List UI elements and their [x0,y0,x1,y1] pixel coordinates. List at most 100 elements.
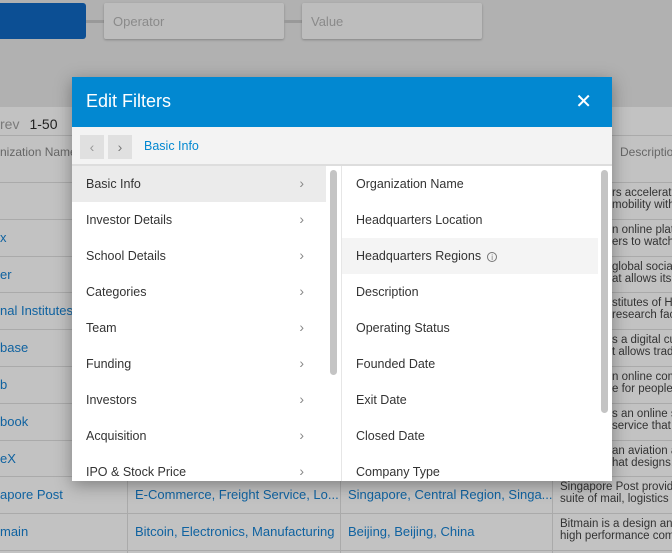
description-line: mobility with [612,199,672,211]
field-item[interactable]: Headquarters Regions i [342,238,598,274]
field-list: Organization Name Headquarters Location He… [341,166,598,481]
description-cell: Bitmain is a design and high performance … [560,518,672,542]
breadcrumb-bar: ‹ › Basic Info [72,127,612,166]
field-label: Description [356,285,419,299]
description-line: s a digital cu [612,334,672,347]
field-item[interactable]: Company Type [342,454,598,481]
field-label: Organization Name [356,177,464,191]
category-item[interactable]: Investor Details › [72,202,326,238]
info-icon[interactable]: i [487,252,498,262]
dialog-header: Edit Filters ✕ [72,77,612,127]
org-name-link[interactable]: b [0,377,7,392]
industries-link[interactable]: Bitcoin, Electronics, Manufacturing [135,524,334,539]
industries-link[interactable]: E-Commerce, Freight Service, Lo... [135,487,339,502]
category-item[interactable]: Funding › [72,346,326,382]
category-label: Investors [86,393,137,407]
operator-field[interactable]: Operator [104,3,284,39]
category-item[interactable]: Acquisition › [72,418,326,454]
chevron-right-icon: › [299,391,304,407]
close-icon[interactable]: ✕ [575,89,592,114]
field-label: Founded Date [356,357,436,371]
row-divider [0,550,672,551]
pager: rev 1-50 [0,116,57,132]
back-button[interactable]: ‹ [80,135,104,159]
category-item[interactable]: Investors › [72,382,326,418]
description-line: suite of mail, logistics a [560,493,672,506]
description-line: t allows trad [612,346,672,359]
hq-link[interactable]: Beijing, Beijing, China [348,524,474,539]
value-field[interactable]: Value [302,3,482,39]
connector [86,20,104,23]
prev-button[interactable]: rev [0,116,19,132]
chevron-right-icon: › [299,427,304,443]
category-label: Basic Info [86,177,141,191]
category-item[interactable]: Categories › [72,274,326,310]
category-item[interactable]: Basic Info › [72,166,326,202]
org-name-link[interactable]: eX [0,451,16,466]
description-cell: n online com e for people [612,371,672,395]
description-cell: s an online s service that [612,408,672,432]
chevron-right-icon: › [299,463,304,479]
field-item[interactable]: Headquarters Location [342,202,598,238]
description-cell: rs accelerat mobility with [612,187,672,211]
field-item[interactable]: Founded Date [342,346,598,382]
description-cell: global socia at allows its [612,261,672,285]
org-name-link[interactable]: x [0,230,7,245]
category-label: School Details [86,249,166,263]
category-label: Team [86,321,117,335]
description-cell: s a digital cu t allows trad [612,334,672,358]
description-cell: an aviation a hat designs, [612,445,672,469]
column-header-name[interactable]: nization Name [0,145,77,159]
category-item[interactable]: School Details › [72,238,326,274]
chevron-right-icon: › [299,175,304,191]
column-header-description[interactable]: Description [620,145,672,159]
field-item[interactable]: Organization Name [342,166,598,202]
chevron-left-icon: ‹ [89,139,95,155]
chevron-right-icon: › [299,211,304,227]
breadcrumb[interactable]: Basic Info [144,139,199,153]
description-line: stitutes of H [612,297,672,310]
field-scrollbar[interactable] [601,170,608,413]
connector [284,20,302,23]
description-line: s an online s [612,407,672,420]
description-line: hat designs, [612,456,672,469]
description-line: high performance comp [560,530,672,543]
category-label: Funding [86,357,132,371]
chevron-right-icon: › [299,247,304,263]
dialog-title: Edit Filters [86,91,172,111]
org-name-link[interactable]: base [0,340,28,355]
org-name-link[interactable]: apore Post [0,487,63,502]
forward-button[interactable]: › [108,135,132,159]
chevron-right-icon: › [299,319,304,335]
page-range: 1-50 [29,116,58,132]
org-name-link[interactable]: main [0,524,28,539]
description-line: n online com [612,371,672,383]
category-label: Categories [86,285,147,299]
org-name-link[interactable]: nal Institutes [0,303,73,318]
field-item[interactable]: Closed Date [342,418,598,454]
category-item[interactable]: IPO & Stock Price › [72,454,326,481]
description-cell: stitutes of Hresearch fac [612,297,672,321]
description-line: global socia [612,260,672,273]
field-label: Operating Status [356,321,450,335]
field-item[interactable]: Operating Status [342,310,598,346]
category-scrollbar[interactable] [330,170,337,375]
category-item[interactable]: Team › [72,310,326,346]
field-item[interactable]: Exit Date [342,382,598,418]
field-selector-button[interactable] [0,3,86,39]
description-line: service that [612,419,671,432]
field-label: Exit Date [356,393,407,407]
org-name-link[interactable]: book [0,414,28,429]
chevron-right-icon: › [117,139,123,155]
org-name-link[interactable]: er [0,267,12,282]
hq-link[interactable]: Singapore, Central Region, Singa... [348,487,553,502]
chevron-right-icon: › [299,355,304,371]
description-cell: Singapore Post provide suite of mail, log… [560,481,672,505]
category-list: Basic Info › Investor Details › School Detai… [72,166,326,481]
description-cell: n online plat ers to watch [612,224,672,248]
field-item[interactable]: Description [342,274,598,310]
description-line: e for people [612,383,672,395]
category-label: Investor Details [86,213,173,227]
chevron-right-icon: › [299,283,304,299]
description-line: rs accelerat [612,187,672,199]
